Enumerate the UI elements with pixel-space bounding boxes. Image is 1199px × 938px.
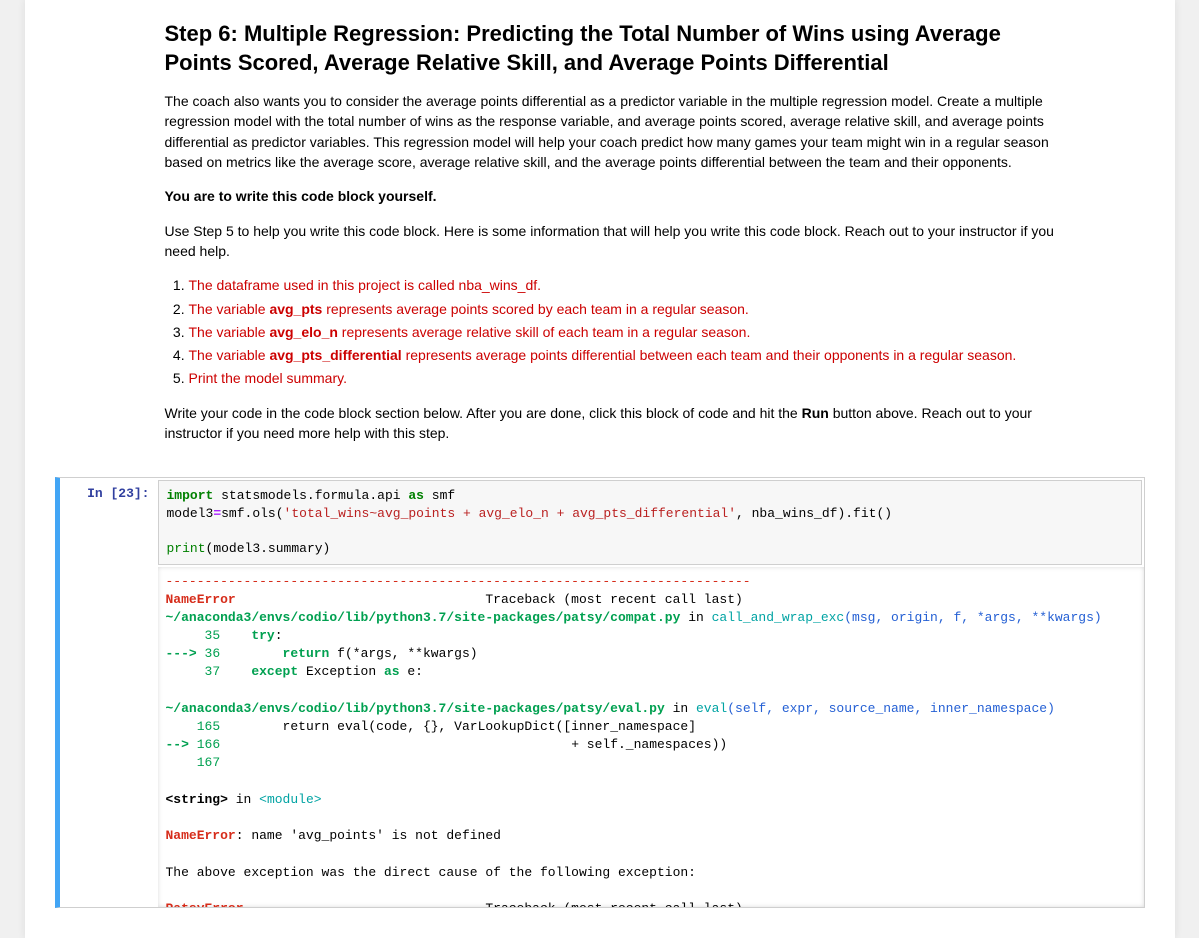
notebook-page: Step 6: Multiple Regression: Predicting … <box>25 0 1175 938</box>
list-item: The variable avg_pts_differential repres… <box>189 345 1065 365</box>
list-item: The dataframe used in this project is ca… <box>189 275 1065 295</box>
list-item: Print the model summary. <box>189 368 1065 388</box>
input-prompt: In [23]: <box>60 478 158 501</box>
intro-paragraph: The coach also wants you to consider the… <box>165 91 1065 172</box>
hint-list: The dataframe used in this project is ca… <box>165 275 1065 388</box>
list-item: The variable avg_elo_n represents averag… <box>189 322 1065 342</box>
list-item: The variable avg_pts represents average … <box>189 299 1065 319</box>
code-cell[interactable]: In [23]: import statsmodels.formula.api … <box>55 477 1145 907</box>
code-input-row: In [23]: import statsmodels.formula.api … <box>60 478 1144 566</box>
output-row: ----------------------------------------… <box>60 567 1144 907</box>
code-editor[interactable]: import statsmodels.formula.api as smf mo… <box>158 480 1142 564</box>
error-output: ----------------------------------------… <box>158 567 1144 907</box>
step-heading: Step 6: Multiple Regression: Predicting … <box>165 20 1065 77</box>
hint-paragraph: Use Step 5 to help you write this code b… <box>165 221 1065 262</box>
markdown-cell: Step 6: Multiple Regression: Predicting … <box>25 0 1175 467</box>
instruction-bold: You are to write this code block yoursel… <box>165 186 1065 206</box>
run-instruction: Write your code in the code block sectio… <box>165 403 1065 444</box>
